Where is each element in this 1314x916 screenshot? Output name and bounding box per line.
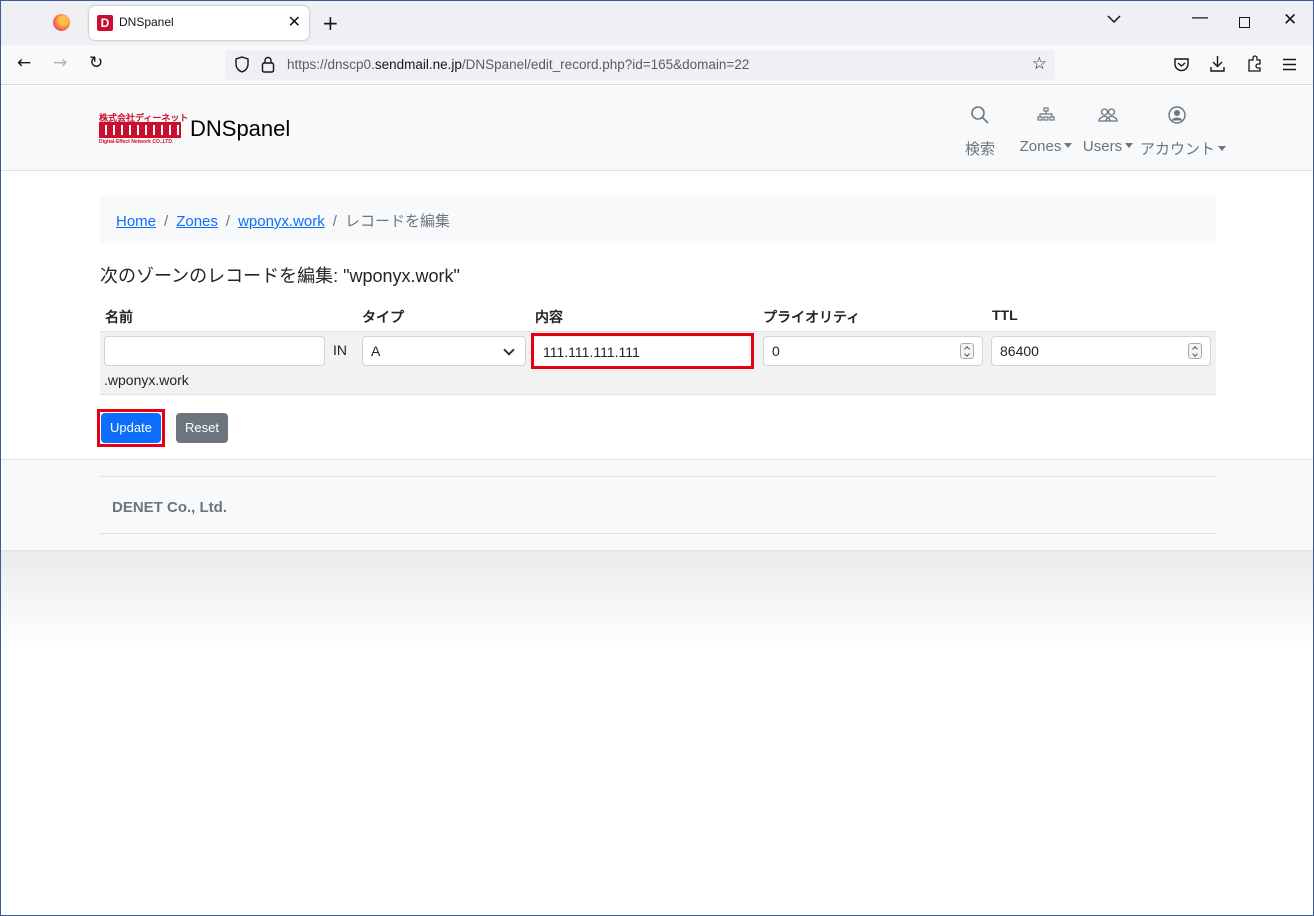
nav-search[interactable]: 検索 [961, 104, 999, 159]
site-header: 株式会社ディーネット Digital-Effect Network CO.,LT… [1, 86, 1313, 171]
tab-list-chevron-icon[interactable] [1107, 13, 1121, 28]
window-maximize-icon[interactable] [1239, 17, 1250, 28]
page-background-fade [1, 551, 1313, 651]
footer-company: DENET Co., Ltd. [112, 499, 227, 516]
url-text[interactable]: https://dnscp0.sendmail.ne.jp/DNSpanel/e… [287, 57, 749, 72]
update-highlight-box [97, 409, 165, 447]
browser-tab[interactable]: D DNSpanel ✕ [89, 6, 309, 40]
site-favicon-icon: D [97, 15, 113, 31]
page-title: 次のゾーンのレコードを編集: "wponyx.work" [100, 266, 460, 286]
nav-zones-dropdown[interactable]: Zones [1017, 104, 1075, 155]
site-footer: DENET Co., Ltd. [1, 459, 1313, 551]
download-icon[interactable] [1209, 55, 1226, 73]
nav-users-dropdown[interactable]: Users [1081, 104, 1135, 155]
content-highlight-box [531, 333, 754, 369]
tab-title: DNSpanel [119, 15, 174, 29]
user-circle-icon [1168, 106, 1186, 124]
back-arrow-icon[interactable]: ← [17, 53, 31, 73]
breadcrumb-home-link[interactable]: Home [116, 213, 156, 230]
window-close-icon[interactable]: ✕ [1283, 10, 1297, 30]
column-header-priority: プライオリティ [763, 309, 861, 325]
caret-down-icon [1218, 146, 1227, 151]
menu-hamburger-icon[interactable] [1282, 58, 1297, 71]
reload-icon[interactable]: ↻ [89, 53, 103, 73]
url-bar[interactable]: https://dnscp0.sendmail.ne.jp/DNSpanel/e… [225, 50, 1055, 80]
breadcrumb-zones-link[interactable]: Zones [176, 213, 218, 230]
lock-icon[interactable] [261, 56, 275, 73]
bookmark-star-icon[interactable]: ☆ [1032, 54, 1047, 74]
browser-toolbar: ← → ↻ https://dnscp0.sendmail.ne.jp/DNSp… [1, 45, 1313, 85]
record-name-input[interactable] [104, 336, 325, 366]
search-icon [971, 106, 989, 124]
browser-tab-bar: D DNSpanel ✕ + — ✕ [1, 1, 1313, 45]
record-priority-input[interactable]: 0 [763, 336, 983, 366]
brand-title[interactable]: DNSpanel [190, 116, 290, 142]
sitemap-icon [1037, 107, 1055, 121]
number-spinner-icon[interactable] [960, 343, 974, 359]
window-minimize-icon[interactable]: — [1191, 7, 1209, 28]
users-icon [1098, 108, 1118, 122]
column-header-content: 内容 [535, 309, 563, 325]
caret-down-icon [1064, 143, 1073, 148]
shield-icon[interactable] [235, 56, 249, 73]
forward-arrow-icon[interactable]: → [53, 53, 67, 73]
number-spinner-icon[interactable] [1188, 343, 1202, 359]
breadcrumb-domain-link[interactable]: wponyx.work [238, 213, 325, 230]
chevron-down-icon [503, 344, 515, 356]
column-header-ttl: TTL [992, 307, 1018, 323]
record-type-select[interactable]: A [362, 336, 526, 366]
caret-down-icon [1125, 143, 1134, 148]
column-header-name: 名前 [105, 309, 133, 325]
record-ttl-input[interactable]: 86400 [991, 336, 1211, 366]
denet-logo[interactable]: 株式会社ディーネット Digital-Effect Network CO.,LT… [99, 111, 188, 147]
reset-button[interactable]: Reset [176, 413, 228, 443]
nav-account-dropdown[interactable]: アカウント [1140, 104, 1227, 159]
tab-close-icon[interactable]: ✕ [288, 12, 301, 31]
firefox-icon[interactable] [53, 14, 70, 31]
breadcrumb: Home / Zones / wponyx.work / レコードを編集 [100, 195, 1216, 243]
class-in-label: IN [333, 342, 347, 358]
column-header-type: タイプ [362, 309, 404, 325]
extensions-icon[interactable] [1246, 55, 1263, 73]
domain-suffix-label: .wponyx.work [104, 372, 189, 388]
pocket-icon[interactable] [1173, 56, 1190, 73]
breadcrumb-current: レコードを編集 [344, 213, 450, 230]
new-tab-icon[interactable]: + [322, 11, 339, 35]
